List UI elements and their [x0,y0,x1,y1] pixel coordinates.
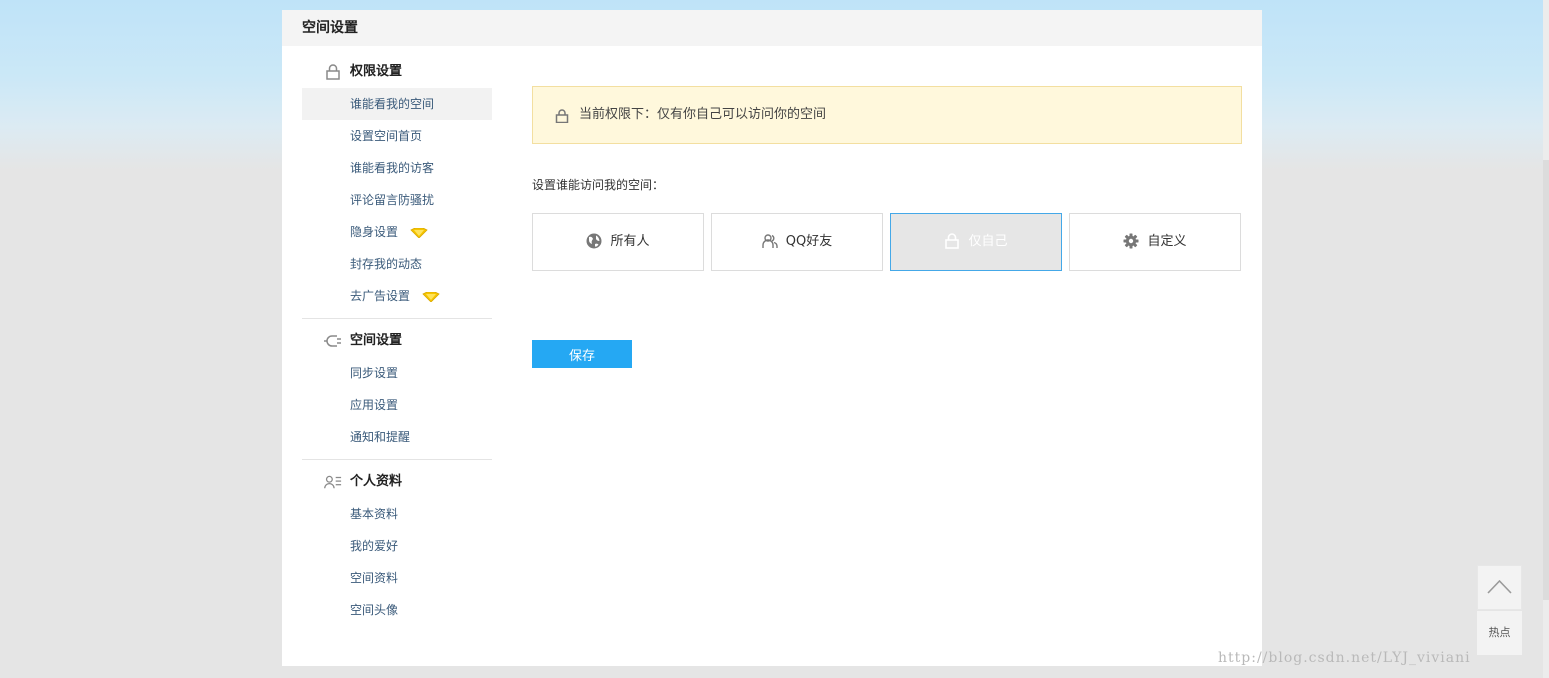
sidebar-group-profile: 个人资料 [302,466,492,498]
settings-panel: 空间设置 权限设置 谁能看我的空间 设置空间首页 谁能看我的访客 评论留言防骚扰… [282,10,1262,666]
sidebar-item-apps[interactable]: 应用设置 [302,389,492,421]
sidebar-item-archive-feed[interactable]: 封存我的动态 [302,248,492,280]
permission-notice: 当前权限下：仅有你自己可以访问你的空间 [532,86,1242,144]
plug-icon [324,335,341,347]
sidebar-group-title: 权限设置 [350,64,403,79]
diamond-icon [422,291,440,302]
option-custom[interactable]: 自定义 [1069,213,1241,271]
sidebar: 权限设置 谁能看我的空间 设置空间首页 谁能看我的访客 评论留言防骚扰 隐身设置… [302,56,492,626]
option-label: 所有人 [610,234,650,249]
sidebar-divider [302,318,492,319]
diamond-icon [410,227,428,238]
lock-icon [555,109,569,123]
sidebar-item-anti-harassment[interactable]: 评论留言防骚扰 [302,184,492,216]
option-label: 自定义 [1147,234,1187,249]
gear-icon [1123,233,1139,248]
sidebar-item-home-page[interactable]: 设置空间首页 [302,120,492,152]
sidebar-item-label: 去广告设置 [350,289,411,303]
access-options: 所有人 QQ好友 仅自己 自定义 [532,213,1242,271]
profile-card-icon [324,475,342,489]
lock-icon [326,64,340,80]
sidebar-item-sync[interactable]: 同步设置 [302,357,492,389]
sidebar-item-who-can-view[interactable]: 谁能看我的空间 [302,88,492,120]
sidebar-item-invisible[interactable]: 隐身设置 [302,216,492,248]
friends-icon [762,233,778,248]
chevron-up-icon [1487,579,1512,594]
sidebar-item-avatar[interactable]: 空间头像 [302,594,492,626]
sidebar-group-space: 空间设置 [302,325,492,357]
option-label: QQ好友 [785,234,833,249]
sidebar-group-title: 空间设置 [350,333,403,348]
sidebar-item-notifications[interactable]: 通知和提醒 [302,421,492,453]
sidebar-group-title: 个人资料 [350,474,403,489]
lock-icon [945,232,960,249]
sidebar-group-permissions: 权限设置 [302,56,492,88]
sidebar-item-space-info[interactable]: 空间资料 [302,562,492,594]
option-everyone[interactable]: 所有人 [532,213,704,271]
scrollbar[interactable] [1543,0,1549,678]
option-qq-friends[interactable]: QQ好友 [711,213,883,271]
sidebar-item-hobbies[interactable]: 我的爱好 [302,530,492,562]
access-section-label: 设置谁能访问我的空间： [532,178,665,192]
option-only-me[interactable]: 仅自己 [890,213,1062,271]
watermark: http://blog.csdn.net/LYJ_viviani [1218,650,1471,666]
sidebar-divider [302,459,492,460]
option-label: 仅自己 [968,234,1008,249]
globe-icon [586,233,602,248]
sidebar-item-label: 隐身设置 [350,225,399,239]
scrollbar-thumb[interactable] [1543,160,1549,600]
sidebar-item-visitors[interactable]: 谁能看我的访客 [302,152,492,184]
hot-topics-button[interactable]: 热点 [1477,611,1522,655]
notice-text: 当前权限下：仅有你自己可以访问你的空间 [579,107,827,122]
main-content: 当前权限下：仅有你自己可以访问你的空间 设置谁能访问我的空间： 所有人 QQ好友 [532,86,1242,368]
back-to-top-button[interactable] [1477,565,1522,610]
save-button[interactable]: 保存 [532,340,632,368]
panel-title: 空间设置 [282,10,1262,46]
sidebar-item-remove-ads[interactable]: 去广告设置 [302,280,492,312]
sidebar-item-basic-info[interactable]: 基本资料 [302,498,492,530]
